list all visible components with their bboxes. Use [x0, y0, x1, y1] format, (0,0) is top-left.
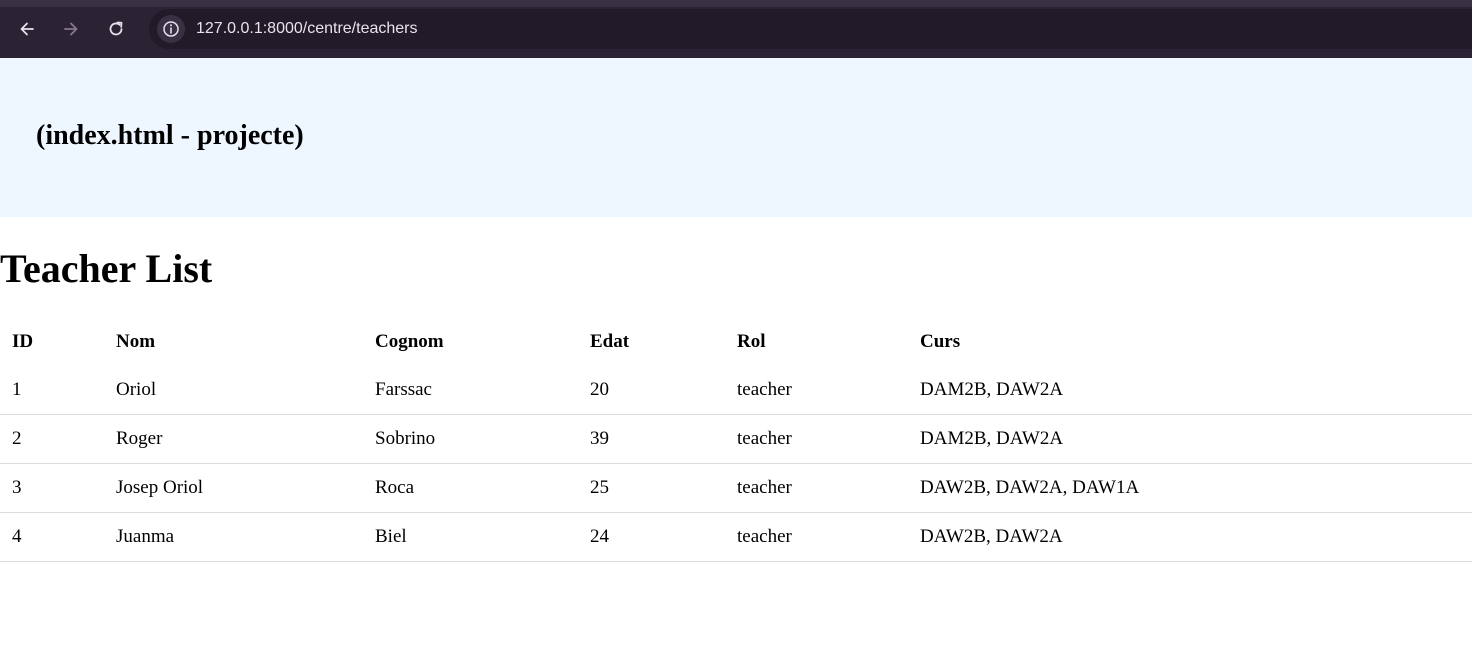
table-row: 1 Oriol Farssac 20 teacher DAM2B, DAW2A: [0, 366, 1472, 415]
site-info-icon[interactable]: [157, 15, 185, 43]
project-title: (index.html - projecte): [36, 120, 304, 151]
column-header-cognom: Cognom: [375, 330, 444, 352]
cell-cognom: Farssac: [363, 366, 578, 415]
column-header-edat: Edat: [590, 330, 630, 352]
cell-cognom: Sobrino: [363, 414, 578, 464]
url-text[interactable]: 127.0.0.1:8000/centre/teachers: [196, 20, 418, 38]
cell-curs: DAM2B, DAW2A: [908, 366, 1472, 415]
column-header-nom: Nom: [116, 330, 156, 352]
cell-edat: 24: [578, 512, 725, 562]
cell-rol: teacher: [725, 366, 908, 415]
forward-arrow-icon[interactable]: [57, 15, 85, 43]
cell-rol: teacher: [725, 463, 908, 513]
cell-curs: DAM2B, DAW2A: [908, 414, 1472, 464]
table-header-row: ID Nom Cognom Edat Rol Curs: [0, 317, 1472, 366]
cell-nom: Oriol: [104, 366, 363, 415]
table-row: 4 Juanma Biel 24 teacher DAW2B, DAW2A: [0, 512, 1472, 562]
cell-edat: 20: [578, 366, 725, 415]
cell-cognom: Biel: [363, 512, 578, 562]
table-row: 2 Roger Sobrino 39 teacher DAM2B, DAW2A: [0, 414, 1472, 464]
cell-nom: Juanma: [104, 512, 363, 562]
browser-toolbar: 127.0.0.1:8000/centre/teachers: [0, 0, 1472, 58]
cell-curs: DAW2B, DAW2A, DAW1A: [908, 463, 1472, 513]
cell-id: 3: [0, 463, 104, 513]
cell-nom: Josep Oriol: [104, 463, 363, 513]
cell-id: 1: [0, 366, 104, 415]
cell-edat: 39: [578, 414, 725, 464]
column-header-rol: Rol: [737, 330, 766, 352]
cell-edat: 25: [578, 463, 725, 513]
cell-rol: teacher: [725, 414, 908, 464]
cell-rol: teacher: [725, 512, 908, 562]
cell-cognom: Roca: [363, 463, 578, 513]
page-header: (index.html - projecte): [0, 58, 1472, 217]
cell-id: 2: [0, 414, 104, 464]
cell-nom: Roger: [104, 414, 363, 464]
column-header-id: ID: [12, 330, 34, 352]
reload-icon[interactable]: [102, 15, 130, 43]
column-header-curs: Curs: [920, 330, 961, 352]
cell-id: 4: [0, 512, 104, 562]
page-title: Teacher List: [0, 246, 213, 291]
teacher-table: ID Nom Cognom Edat Rol Curs 1 Oriol Fars…: [0, 317, 1472, 562]
back-arrow-icon[interactable]: [13, 15, 41, 43]
cell-curs: DAW2B, DAW2A: [908, 512, 1472, 562]
address-bar[interactable]: 127.0.0.1:8000/centre/teachers: [149, 9, 1472, 49]
table-row: 3 Josep Oriol Roca 25 teacher DAW2B, DAW…: [0, 463, 1472, 513]
